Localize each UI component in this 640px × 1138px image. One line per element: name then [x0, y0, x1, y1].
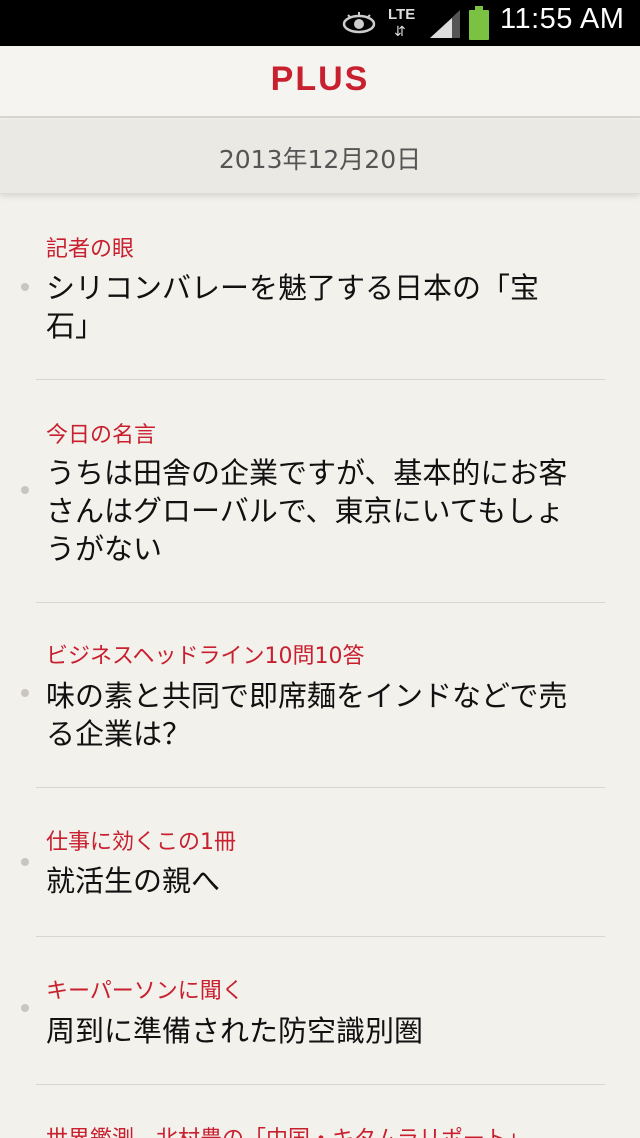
- article-category: 世界鑑測 北村豊の「中国・キタムラリポート」: [46, 1121, 529, 1138]
- article-category: 記者の眼: [46, 237, 135, 262]
- network-type: LTE: [388, 6, 416, 23]
- article-headline: うちは田舎の企業ですが、基本的にお客 さんはグローバルで、東京にいてもしょ うが…: [46, 456, 568, 566]
- bullet-icon: [21, 283, 29, 291]
- date-header: 2013年12月20日: [0, 120, 640, 194]
- bullet-icon: [21, 689, 29, 697]
- eye-icon: [342, 12, 376, 34]
- article-item[interactable]: 世界鑑測 北村豊の「中国・キタムラリポート」: [0, 1085, 640, 1138]
- article-category: 仕事に効くこの1冊: [46, 830, 236, 855]
- article-category: ビジネスヘッドライン10問10答: [46, 644, 365, 669]
- battery-icon: [469, 6, 489, 40]
- article-item[interactable]: ビジネスヘッドライン10問10答 味の素と共同で即席麺をインドなどで売 る企業は…: [0, 603, 640, 788]
- article-headline: 周到に準備された防空識別圏: [46, 1014, 424, 1048]
- data-activity-arrows: ⇵: [394, 24, 406, 40]
- article-headline: シリコンバレーを魅了する日本の「宝 石」: [46, 271, 540, 343]
- date-label: 2013年12月20日: [218, 145, 422, 174]
- lte-icon: LTE ⇵: [386, 4, 422, 42]
- article-headline: 味の素と共同で即席麺をインドなどで売 る企業は？: [46, 679, 568, 751]
- bullet-icon: [21, 858, 29, 866]
- article-category: 今日の名言: [46, 423, 157, 448]
- status-bar: LTE ⇵ 11:55 AM: [0, 0, 640, 46]
- bullet-icon: [21, 486, 29, 494]
- bullet-icon: [21, 1004, 29, 1012]
- app-bar: PLUS: [0, 46, 640, 118]
- clock: 11:55 AM: [500, 3, 625, 35]
- article-item[interactable]: 記者の眼 シリコンバレーを魅了する日本の「宝 石」: [0, 194, 640, 380]
- article-category: キーパーソンに聞く: [46, 979, 244, 1004]
- article-item[interactable]: 仕事に効くこの1冊 就活生の親へ: [0, 788, 640, 937]
- app-title: PLUS: [270, 60, 370, 98]
- signal-icon: [430, 10, 460, 38]
- article-item[interactable]: 今日の名言 うちは田舎の企業ですが、基本的にお客 さんはグローバルで、東京にいて…: [0, 380, 640, 603]
- article-headline: 就活生の親へ: [46, 864, 221, 898]
- article-item[interactable]: キーパーソンに聞く 周到に準備された防空識別圏: [0, 937, 640, 1085]
